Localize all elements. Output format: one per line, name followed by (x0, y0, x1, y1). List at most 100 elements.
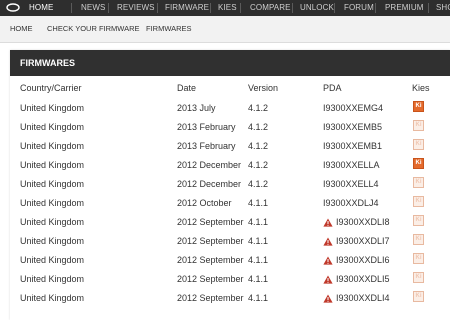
kies-badge-label: Ki (415, 217, 422, 223)
kies-icon[interactable]: Ki (413, 291, 424, 302)
kies-icon[interactable]: Ki (413, 215, 424, 226)
kies-icon[interactable]: Ki (413, 139, 424, 150)
kies-badge-label: Ki (415, 293, 422, 299)
topnav-home[interactable]: HOME (29, 0, 53, 16)
topnav-firmware[interactable]: FIRMWARE (165, 0, 209, 16)
kies-badge-label: Ki (415, 103, 422, 109)
country-cell: United Kingdom (20, 255, 85, 265)
pda-link[interactable]: I9300XXDLI7 (336, 236, 390, 246)
topnav-divider (210, 3, 211, 13)
warning-icon (323, 218, 333, 227)
sub-navigation: HOME CHECK YOUR FIRMWARE FIRMWARES (0, 16, 450, 43)
country-cell: United Kingdom (20, 141, 85, 151)
date-cell: 2012 September (177, 217, 244, 227)
version-cell: 4.1.1 (248, 293, 269, 303)
subnav-firmwares[interactable]: FIRMWARES (146, 16, 192, 42)
kies-badge-label: Ki (415, 122, 422, 128)
date-cell: 2012 December (177, 179, 242, 189)
kies-badge-label: Ki (415, 198, 422, 204)
topnav-forum[interactable]: FORUM (344, 0, 374, 16)
pda-link[interactable]: I9300XXDLI8 (336, 217, 390, 227)
subnav-check-firmware[interactable]: CHECK YOUR FIRMWARE (47, 16, 140, 42)
country-cell: United Kingdom (20, 122, 85, 132)
date-cell: 2012 September (177, 293, 244, 303)
pda-link[interactable]: I9300XXDLI6 (336, 255, 390, 265)
kies-icon[interactable]: Ki (413, 253, 424, 264)
version-cell: 4.1.1 (248, 274, 269, 284)
panel-header (10, 50, 450, 76)
warning-icon (323, 237, 333, 246)
site-logo[interactable] (6, 3, 20, 12)
topnav-divider (292, 3, 293, 13)
version-cell: 4.1.2 (248, 179, 269, 189)
pda-link[interactable]: I9300XXELL4 (323, 179, 379, 189)
pda-link[interactable]: I9300XXELLA (323, 160, 380, 170)
topnav-premium[interactable]: PREMIUM (385, 0, 423, 16)
subnav-home[interactable]: HOME (10, 16, 33, 42)
topnav-divider (71, 3, 72, 13)
country-cell: United Kingdom (20, 293, 85, 303)
date-cell: 2012 December (177, 160, 242, 170)
kies-icon[interactable]: Ki (413, 177, 424, 188)
kies-badge-label: Ki (415, 160, 422, 166)
topnav-divider (375, 3, 376, 13)
version-cell: 4.1.1 (248, 217, 269, 227)
kies-icon[interactable]: Ki (413, 101, 424, 112)
column-header-version[interactable]: Version (248, 83, 278, 93)
warning-icon (323, 256, 333, 265)
topnav-compare[interactable]: COMPARE (250, 0, 291, 16)
topnav-divider (157, 3, 158, 13)
warning-icon (323, 294, 333, 303)
date-cell: 2012 September (177, 236, 244, 246)
kies-badge-label: Ki (415, 274, 422, 280)
kies-icon[interactable]: Ki (413, 272, 424, 283)
kies-icon[interactable]: Ki (413, 158, 424, 169)
warning-icon (323, 275, 333, 284)
country-cell: United Kingdom (20, 236, 85, 246)
topnav-divider (428, 3, 429, 13)
kies-icon[interactable]: Ki (413, 234, 424, 245)
version-cell: 4.1.1 (248, 236, 269, 246)
topnav-unlock[interactable]: UNLOCK (300, 0, 334, 16)
pda-link[interactable]: I9300XXEMB5 (323, 122, 382, 132)
column-header-country[interactable]: Country/Carrier (20, 83, 82, 93)
pda-link[interactable]: I9300XXDLI4 (336, 293, 390, 303)
version-cell: 4.1.1 (248, 198, 269, 208)
date-cell: 2012 September (177, 274, 244, 284)
kies-icon[interactable]: Ki (413, 120, 424, 131)
panel-title: FIRMWARES (20, 58, 75, 68)
country-cell: United Kingdom (20, 160, 85, 170)
pda-link[interactable]: I9300XXEMB1 (323, 141, 382, 151)
topnav-divider (334, 3, 335, 13)
top-navigation: HOME NEWS REVIEWS FIRMWARE KIES COMPARE … (0, 0, 450, 16)
topnav-reviews[interactable]: REVIEWS (117, 0, 155, 16)
country-cell: United Kingdom (20, 179, 85, 189)
pda-link[interactable]: I9300XXDLJ4 (323, 198, 379, 208)
kies-icon[interactable]: Ki (413, 196, 424, 207)
date-cell: 2012 October (177, 198, 232, 208)
topnav-divider (240, 3, 241, 13)
date-cell: 2013 February (177, 141, 236, 151)
country-cell: United Kingdom (20, 198, 85, 208)
pda-link[interactable]: I9300XXEMG4 (323, 103, 383, 113)
kies-badge-label: Ki (415, 179, 422, 185)
date-cell: 2013 July (177, 103, 216, 113)
country-cell: United Kingdom (20, 103, 85, 113)
kies-badge-label: Ki (415, 255, 422, 261)
topnav-kies[interactable]: KIES (218, 0, 237, 16)
topnav-divider (108, 3, 109, 13)
topnav-news[interactable]: NEWS (81, 0, 105, 16)
version-cell: 4.1.2 (248, 103, 269, 113)
country-cell: United Kingdom (20, 274, 85, 284)
pda-link[interactable]: I9300XXDLI5 (336, 274, 390, 284)
country-cell: United Kingdom (20, 217, 85, 227)
column-header-pda[interactable]: PDA (323, 83, 342, 93)
topnav-shop[interactable]: SHO (436, 0, 450, 16)
date-cell: 2012 September (177, 255, 244, 265)
kies-badge-label: Ki (415, 236, 422, 242)
version-cell: 4.1.2 (248, 141, 269, 151)
column-header-date[interactable]: Date (177, 83, 196, 93)
version-cell: 4.1.2 (248, 122, 269, 132)
column-header-kies[interactable]: Kies (412, 83, 430, 93)
version-cell: 4.1.2 (248, 160, 269, 170)
